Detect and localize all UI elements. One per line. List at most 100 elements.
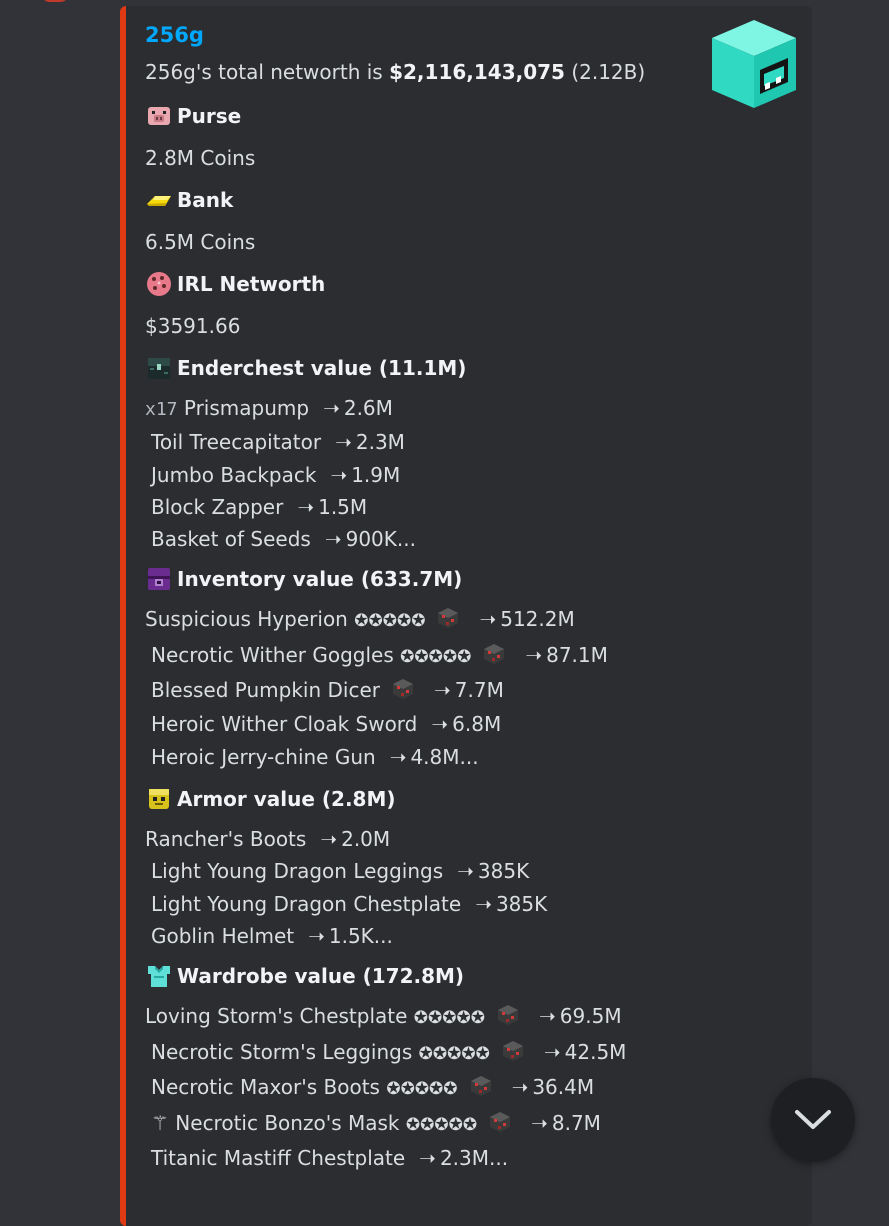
item-name: Loving Storm's Chestplate: [145, 1004, 408, 1029]
pig-icon: [148, 107, 170, 125]
scroll-to-bottom-button[interactable]: [771, 1078, 855, 1162]
list-item: Basket of Seeds ➝ 900K...: [145, 523, 705, 555]
list-item: Heroic Wither Cloak Sword ➝ 6.8M: [145, 708, 705, 742]
diamond-chestplate-icon: [148, 966, 170, 988]
star-rating: ✪✪✪✪✪: [386, 1079, 458, 1100]
field-title-text: Armor value (2.8M): [177, 786, 396, 811]
item-value: 385K: [477, 859, 530, 884]
list-item: ⚚ Necrotic Bonzo's Mask ✪✪✪✪✪ ➝ 8.7M: [145, 1107, 705, 1143]
item-name: Block Zapper: [151, 494, 284, 519]
list-item: Necrotic Wither Goggles ✪✪✪✪✪ ➝ 87.1M: [145, 639, 705, 675]
field-title-text: Enderchest value (11.1M): [177, 356, 467, 380]
arrow-icon: ➝: [308, 923, 325, 948]
embed-content: 256g 256g's total networth is $2,116,143…: [145, 20, 705, 1186]
recomb-gem-icon: [498, 1005, 519, 1026]
field-wardrobe-title: Wardrobe value (172.8M): [145, 962, 705, 990]
inventory-item-list: Suspicious Hyperion ✪✪✪✪✪ ➝ 512.2M Necroti…: [145, 603, 705, 775]
armor-stand-icon: [149, 788, 169, 809]
item-value: 4.8M...: [410, 745, 479, 770]
list-item: Necrotic Storm's Leggings ✪✪✪✪✪ ➝ 42.5M: [145, 1036, 705, 1072]
item-value: 1.9M: [351, 462, 401, 487]
item-value: 7.7M: [454, 678, 504, 703]
avatar-edge: [40, 0, 70, 2]
item-value: 8.7M: [551, 1110, 601, 1135]
field-armor-title: Armor value (2.8M): [145, 785, 705, 813]
arrow-icon: ➝: [297, 494, 315, 519]
arrow-icon: ➝: [335, 430, 352, 455]
item-name: Necrotic Maxor's Boots: [151, 1075, 380, 1100]
arrow-icon: ➝: [330, 462, 348, 487]
recomb-gem-icon: [470, 1076, 491, 1097]
item-name: Toil Treecapitator: [151, 430, 322, 455]
recomb-gem-icon: [438, 608, 459, 629]
arrow-icon: ➝: [525, 642, 543, 667]
item-value: 900K...: [345, 527, 416, 552]
list-item: Light Young Dragon Leggings ➝ 385K: [145, 855, 705, 887]
item-name: Necrotic Wither Goggles: [151, 642, 394, 667]
star-rating: ✪✪✪✪✪: [413, 1008, 486, 1029]
item-name: Heroic Jerry-chine Gun: [151, 745, 376, 770]
field-purse-value: 2.8M Coins: [145, 146, 256, 170]
field-title-text: IRL Networth: [177, 272, 326, 296]
item-name: Goblin Helmet: [151, 923, 295, 948]
item-name: Jumbo Backpack: [151, 462, 317, 487]
field-bank-title: Bank: [145, 186, 705, 214]
item-value: 1.5M: [318, 494, 368, 519]
item-value: 2.0M: [341, 826, 391, 851]
field-irl-title: IRL Networth: [145, 270, 705, 298]
item-value: 87.1M: [546, 642, 608, 667]
description-text: 256g's total networth is: [145, 60, 390, 84]
item-name: Necrotic Storm's Leggings: [151, 1039, 413, 1064]
embed-description: 256g's total networth is $2,116,143,075 …: [145, 58, 705, 98]
embed-accent-bar: [120, 6, 126, 1226]
field-enderchest-title: Enderchest value (11.1M): [145, 354, 705, 382]
arrow-icon: ➝: [434, 678, 451, 703]
item-name: Prismapump: [183, 396, 310, 420]
networth-value: $2,116,143,075: [389, 60, 565, 84]
caduceus-icon: ⚚: [151, 1110, 169, 1135]
arrow-icon: ➝: [389, 745, 407, 770]
item-name: Necrotic Bonzo's Mask: [175, 1110, 400, 1135]
recomb-gem-icon: [393, 679, 413, 700]
list-item: Suspicious Hyperion ✪✪✪✪✪ ➝ 512.2M: [145, 603, 705, 639]
item-value: 6.8M: [452, 711, 502, 736]
item-value: 2.3M: [355, 430, 405, 455]
item-name: Rancher's Boots: [145, 826, 307, 851]
list-item: Heroic Jerry-chine Gun ➝ 4.8M...: [145, 741, 705, 775]
field-title-text: Purse: [177, 104, 242, 128]
star-rating: ✪✪✪✪✪: [354, 611, 426, 632]
recomb-gem-icon: [484, 643, 505, 664]
arrow-icon: ➝: [479, 607, 497, 632]
item-value: 2.3M...: [439, 1146, 509, 1171]
arrow-icon: ➝: [531, 1110, 548, 1135]
list-item: Blessed Pumpkin Dicer ➝ 7.7M: [145, 674, 705, 708]
arrow-icon: ➝: [511, 1075, 529, 1100]
item-value: 42.5M: [564, 1039, 627, 1064]
list-item: x17 Prismapump ➝ 2.6M: [145, 392, 705, 426]
list-item: Goblin Helmet ➝ 1.5K...: [145, 920, 705, 952]
item-name: Light Young Dragon Chestplate: [151, 891, 462, 916]
list-item: Necrotic Maxor's Boots ✪✪✪✪✪ ➝ 36.4M: [145, 1071, 705, 1107]
item-value: 69.5M: [559, 1004, 622, 1029]
recomb-gem-icon: [502, 1040, 523, 1061]
list-item: Toil Treecapitator ➝ 2.3M: [145, 426, 705, 458]
item-name: Heroic Wither Cloak Sword: [151, 711, 418, 736]
list-item: Loving Storm's Chestplate ✪✪✪✪✪ ➝ 69.5M: [145, 1000, 705, 1036]
armor-item-list: Rancher's Boots ➝ 2.0M Light Young Dragon …: [145, 823, 705, 952]
gold-bar-icon: [147, 196, 171, 206]
item-name: Blessed Pumpkin Dicer: [151, 678, 380, 703]
arrow-icon: ➝: [543, 1039, 561, 1064]
item-value: 36.4M: [532, 1075, 595, 1100]
wardrobe-item-list: Loving Storm's Chestplate ✪✪✪✪✪ ➝ 69.5M Ne…: [145, 1000, 705, 1176]
embed-author[interactable]: 256g: [145, 20, 705, 58]
field-bank-value: 6.5M Coins: [145, 230, 256, 254]
embed-thumbnail[interactable]: [704, 14, 804, 114]
cookie-icon: [147, 272, 171, 296]
item-value: 512.2M: [500, 607, 575, 632]
star-rating: ✪✪✪✪✪: [400, 646, 472, 667]
star-rating: ✪✪✪✪✪: [418, 1043, 490, 1064]
arrow-icon: ➝: [475, 891, 492, 916]
networth-embed: 256g 256g's total networth is $2,116,143…: [120, 6, 812, 1226]
field-irl-value: $3591.66: [145, 314, 241, 338]
item-value: 1.5K...: [328, 923, 393, 948]
